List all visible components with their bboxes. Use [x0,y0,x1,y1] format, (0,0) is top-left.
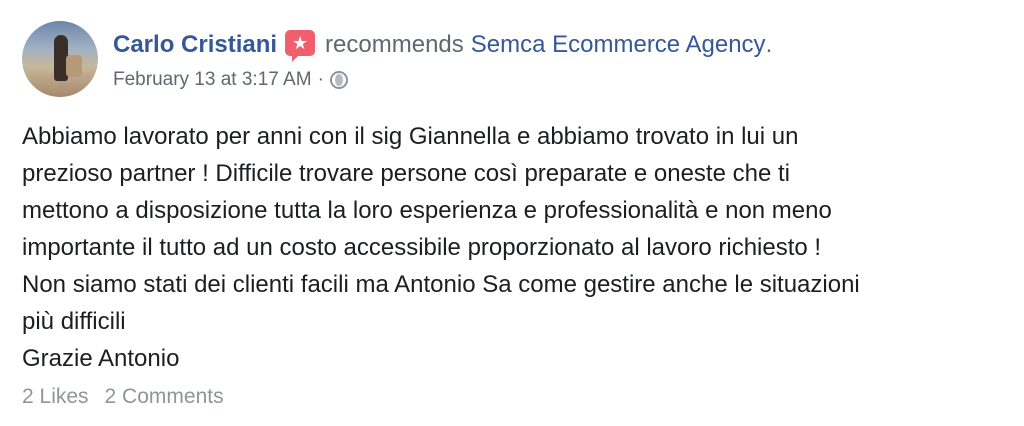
review-card: Carlo Cristiani ★ recommends Semca Ecomm… [0,0,1024,426]
likes-count-link[interactable]: 2 Likes [22,385,89,409]
author-avatar[interactable] [22,21,98,97]
page-name-link[interactable]: Semca Ecommerce Agency [471,31,766,59]
review-line: Grazie Antonio [22,345,180,372]
avatar-figure-child [66,55,82,77]
meta-separator: · [317,69,324,90]
header-period: . [765,31,773,58]
review-line: mettono a disposizione tutta la loro esp… [22,197,832,224]
comments-count-link[interactable]: 2 Comments [105,385,224,409]
review-line: prezioso partner ! Difficile trovare per… [22,160,790,187]
recommends-label: recommends [325,31,464,58]
post-header: Carlo Cristiani ★ recommends Semca Ecomm… [113,28,772,62]
review-line: importante il tutto ad un costo accessib… [22,234,822,261]
globe-icon[interactable] [329,71,348,89]
post-meta: February 13 at 3:17 AM · [113,66,348,94]
review-text: Abbiamo lavorato per anni con il sig Gia… [22,118,1012,377]
review-line: Non siamo stati dei clienti facili ma An… [22,271,860,298]
review-line: più difficili [22,308,126,335]
review-line: Abbiamo lavorato per anni con il sig Gia… [22,123,799,150]
author-name-link[interactable]: Carlo Cristiani [113,31,277,59]
post-timestamp-link[interactable]: February 13 at 3:17 AM [113,69,312,91]
engagement-bar: 2 Likes 2 Comments [22,382,240,412]
recommendation-star-icon: ★ [285,30,316,62]
